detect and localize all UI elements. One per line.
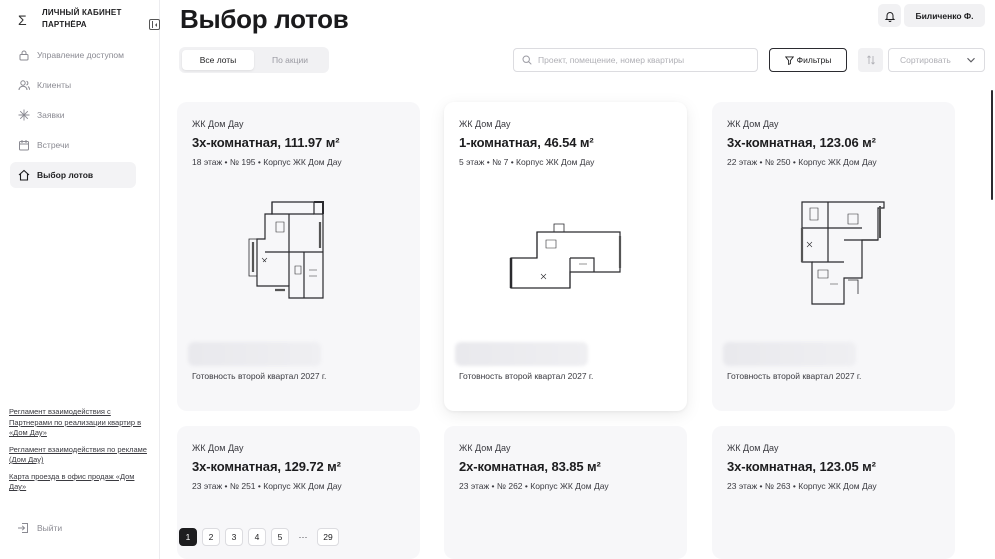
lot-card[interactable]: ЖК Дом Дау 3х-комнатная, 123.05 м² 23 эт… bbox=[712, 426, 955, 559]
search-box bbox=[513, 48, 758, 72]
lots-tabs: Все лоты По акции bbox=[179, 47, 329, 73]
card-project: ЖК Дом Дау bbox=[459, 443, 511, 453]
app-root: Σ ЛИЧНЫЙ КАБИНЕТ ПАРТНЁРА Управление дос… bbox=[0, 0, 995, 559]
card-title: 3х-комнатная, 123.06 м² bbox=[727, 135, 876, 150]
link-partner-regulations[interactable]: Регламент взаимодействия с Партнерами по… bbox=[9, 407, 149, 439]
page-button[interactable]: 4 bbox=[248, 528, 266, 546]
link-advertising-regulations[interactable]: Регламент взаимодействия по рекламе (Дом… bbox=[9, 445, 149, 466]
card-title: 3х-комнатная, 129.72 м² bbox=[192, 459, 341, 474]
card-readiness: Готовность второй квартал 2027 г. bbox=[459, 371, 594, 381]
search-input[interactable] bbox=[538, 55, 743, 65]
page-button-last[interactable]: 29 bbox=[317, 528, 339, 546]
floor-plan-image bbox=[248, 201, 324, 299]
users-icon bbox=[18, 79, 30, 91]
card-price-hidden bbox=[723, 342, 856, 366]
calendar-icon bbox=[18, 139, 30, 151]
sidebar-item-requests[interactable]: Заявки bbox=[10, 102, 136, 128]
sidebar-item-lots[interactable]: Выбор лотов bbox=[10, 162, 136, 188]
logout-label: Выйти bbox=[37, 523, 63, 533]
card-meta: 23 этаж • № 263 • Корпус ЖК Дом Дау bbox=[727, 481, 877, 491]
card-readiness: Готовность второй квартал 2027 г. bbox=[727, 371, 862, 381]
page-button[interactable]: 5 bbox=[271, 528, 289, 546]
card-title: 3х-комнатная, 123.05 м² bbox=[727, 459, 876, 474]
scrollbar-thumb[interactable] bbox=[991, 90, 993, 200]
card-meta: 23 этаж • № 251 • Корпус ЖК Дом Дау bbox=[192, 481, 342, 491]
sort-arrows-icon bbox=[866, 55, 875, 65]
card-meta: 5 этаж • № 7 • Корпус ЖК Дом Дау bbox=[459, 157, 595, 167]
filters-label: Фильтры bbox=[796, 55, 832, 65]
link-office-map[interactable]: Карта проезда в офис продаж «Дом Дау» bbox=[9, 472, 149, 493]
sparkle-icon bbox=[18, 109, 30, 121]
card-readiness: Готовность второй квартал 2027 г. bbox=[192, 371, 327, 381]
sidebar-item-label: Клиенты bbox=[37, 80, 72, 90]
sidebar-item-label: Заявки bbox=[37, 110, 65, 120]
logout-icon bbox=[17, 522, 29, 534]
chevron-down-icon bbox=[967, 57, 975, 63]
card-meta: 23 этаж • № 262 • Корпус ЖК Дом Дау bbox=[459, 481, 609, 491]
card-price-hidden bbox=[455, 342, 588, 366]
page-ellipsis: ··· bbox=[298, 532, 308, 542]
card-meta: 18 этаж • № 195 • Корпус ЖК Дом Дау bbox=[192, 157, 342, 167]
card-title: 2х-комнатная, 83.85 м² bbox=[459, 459, 601, 474]
tab-promo-lots[interactable]: По акции bbox=[254, 50, 326, 70]
filter-icon bbox=[784, 55, 794, 65]
home-icon bbox=[18, 169, 30, 181]
floor-plan-image bbox=[800, 201, 885, 305]
sort-direction-button[interactable] bbox=[858, 48, 883, 72]
sidebar-links: Регламент взаимодействия с Партнерами по… bbox=[9, 407, 149, 499]
sidebar-item-clients[interactable]: Клиенты bbox=[10, 72, 136, 98]
card-title: 1-комнатная, 46.54 м² bbox=[459, 135, 594, 150]
card-price-hidden bbox=[188, 342, 321, 366]
tab-all-lots[interactable]: Все лоты bbox=[182, 50, 254, 70]
card-project: ЖК Дом Дау bbox=[727, 443, 779, 453]
page-button[interactable]: 3 bbox=[225, 528, 243, 546]
search-icon bbox=[522, 55, 532, 65]
brand: Σ ЛИЧНЫЙ КАБИНЕТ ПАРТНЁРА bbox=[16, 7, 160, 37]
card-project: ЖК Дом Дау bbox=[192, 443, 244, 453]
sort-select[interactable]: Сортировать bbox=[888, 48, 985, 72]
sort-placeholder: Сортировать bbox=[900, 55, 951, 65]
page-button[interactable]: 2 bbox=[202, 528, 220, 546]
page-title: Выбор лотов bbox=[180, 4, 349, 34]
sidebar-item-label: Управление доступом bbox=[37, 50, 124, 60]
sidebar-item-meetings[interactable]: Встречи bbox=[10, 132, 136, 158]
card-project: ЖК Дом Дау bbox=[192, 119, 244, 129]
card-title: 3х-комнатная, 111.97 м² bbox=[192, 135, 340, 150]
sidebar-item-label: Встречи bbox=[37, 140, 70, 150]
logout-button[interactable]: Выйти bbox=[17, 522, 62, 534]
lot-card[interactable]: ЖК Дом Дау 3х-комнатная, 111.97 м² 18 эт… bbox=[177, 102, 420, 411]
sidebar-nav: Управление доступом Клиенты Заявки Встре… bbox=[10, 42, 136, 192]
card-project: ЖК Дом Дау bbox=[459, 119, 511, 129]
sidebar: Σ ЛИЧНЫЙ КАБИНЕТ ПАРТНЁРА Управление дос… bbox=[0, 0, 160, 559]
bell-icon bbox=[884, 11, 895, 22]
floor-plan-image bbox=[509, 223, 622, 289]
card-meta: 22 этаж • № 250 • Корпус ЖК Дом Дау bbox=[727, 157, 877, 167]
filters-button[interactable]: Фильтры bbox=[769, 48, 847, 72]
sidebar-item-access[interactable]: Управление доступом bbox=[10, 42, 136, 68]
card-project: ЖК Дом Дау bbox=[727, 119, 779, 129]
notifications-button[interactable] bbox=[878, 4, 901, 27]
sigma-logo-icon: Σ bbox=[18, 12, 27, 28]
pagination: 1 2 3 4 5 ··· 29 bbox=[179, 528, 344, 546]
sidebar-item-label: Выбор лотов bbox=[37, 170, 94, 180]
brand-title: ЛИЧНЫЙ КАБИНЕТ ПАРТНЁРА bbox=[42, 8, 122, 29]
user-menu-button[interactable]: Биличенко Ф. bbox=[904, 4, 985, 27]
page-button[interactable]: 1 bbox=[179, 528, 197, 546]
lot-card[interactable]: ЖК Дом Дау 1-комнатная, 46.54 м² 5 этаж … bbox=[444, 102, 687, 411]
lot-card[interactable]: ЖК Дом Дау 3х-комнатная, 123.06 м² 22 эт… bbox=[712, 102, 955, 411]
lock-icon bbox=[18, 49, 30, 61]
sidebar-collapse-icon[interactable] bbox=[149, 19, 160, 30]
lot-card[interactable]: ЖК Дом Дау 2х-комнатная, 83.85 м² 23 эта… bbox=[444, 426, 687, 559]
